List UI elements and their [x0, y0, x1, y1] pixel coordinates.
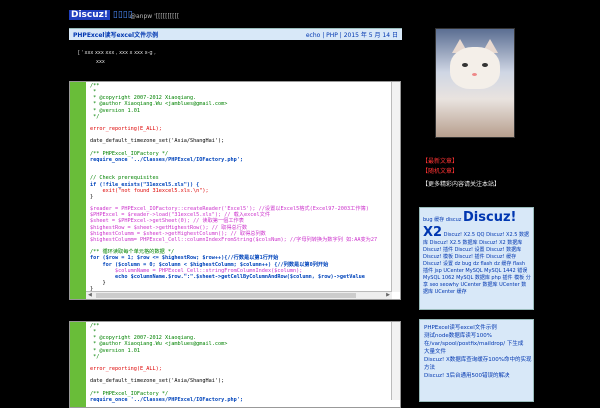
code-line: $highestColumm= PHPExcel_Cell::columnInd… [90, 236, 378, 243]
post-meta[interactable]: echo | PHP | 2015 年 5 月 14 日 [306, 30, 398, 39]
code-lines: /** * * @copyright 2007-2012 Xiaoqiang. … [90, 83, 397, 298]
vertical-scrollbar[interactable] [391, 82, 400, 292]
code-block: /** * * @copyright 2007-2012 Xiaoqiang. … [69, 321, 401, 408]
cat-face-icon [450, 47, 500, 89]
recent-post-item[interactable]: Discuz! 3后台通用500错误的解决 [420, 372, 533, 380]
code-line: echo $columnName.$row.":".$sheet->getCel… [90, 273, 365, 280]
tag-cloud: bug 缓存 discuz Discuz! X2 Discuz! X2.5 QQ… [419, 207, 534, 310]
site-title[interactable]: Discuz! ▯▯▯▯ [69, 10, 133, 20]
cat-eye-icon [482, 63, 488, 67]
tag-line[interactable]: bug 缓存 discuz [423, 217, 461, 223]
sidebar-link-random[interactable]: 【随机文章】 [422, 166, 458, 175]
post-intro-line-2: xxx [96, 59, 105, 65]
code-block: /** * * @copyright 2007-2012 Xiaoqiang. … [69, 81, 401, 300]
recent-post-item[interactable]: Discuz! X数据库查询缓存100%命中的实现方法 [420, 356, 533, 372]
vertical-scrollbar[interactable] [391, 322, 400, 400]
code-gutter [70, 82, 86, 299]
horizontal-scrollbar[interactable]: ◀ ▶ [86, 291, 392, 299]
cat-nose-icon [472, 73, 477, 76]
code-lines: /** * * @copyright 2007-2012 Xiaoqiang. … [90, 323, 397, 403]
code-gutter [70, 322, 86, 407]
site-logo[interactable]: Discuz! [69, 10, 110, 20]
recent-posts: PHPExcel读写excel文件示例 测试node数据库读写100% 在/va… [419, 319, 534, 402]
scroll-right-arrow-icon[interactable]: ▶ [386, 292, 390, 299]
tag-list[interactable]: Discuz! X2.5 QQ Discuz! X2.5 数据库 Discuz!… [423, 232, 531, 295]
recent-post-item[interactable]: PHPExcel读写excel文件示例 [420, 320, 533, 332]
cat-eye-icon [462, 63, 468, 67]
recent-post-item[interactable]: 测试node数据库读写100% [420, 332, 533, 340]
post-intro: [ ' xxx xxx xxx , xxx x xxx x-g , xxx [78, 49, 388, 67]
scroll-left-arrow-icon[interactable]: ◀ [88, 292, 92, 299]
recent-post-item[interactable]: 在/var/spool/postfix/maildrop/ 下生成 [420, 340, 533, 348]
recent-post-item[interactable]: 大量文件 [420, 348, 533, 356]
site-subtitle: @anpw '[[[[[[[[[[ [130, 13, 180, 20]
avatar [435, 28, 515, 138]
post-title[interactable]: PHPExcel读写excel文件示例 [73, 30, 158, 39]
post-intro-line-1: [ ' xxx xxx xxx , xxx x xxx x-g , [78, 50, 156, 56]
post-title-bar: PHPExcel读写excel文件示例 echo | PHP | 2015 年 … [69, 28, 402, 40]
sidebar-follow-text: 【更多精彩内容请关注本站】 [422, 181, 501, 188]
sidebar-link-latest[interactable]: 【最新文章】 [422, 156, 458, 165]
scrollbar-thumb[interactable] [96, 293, 356, 298]
